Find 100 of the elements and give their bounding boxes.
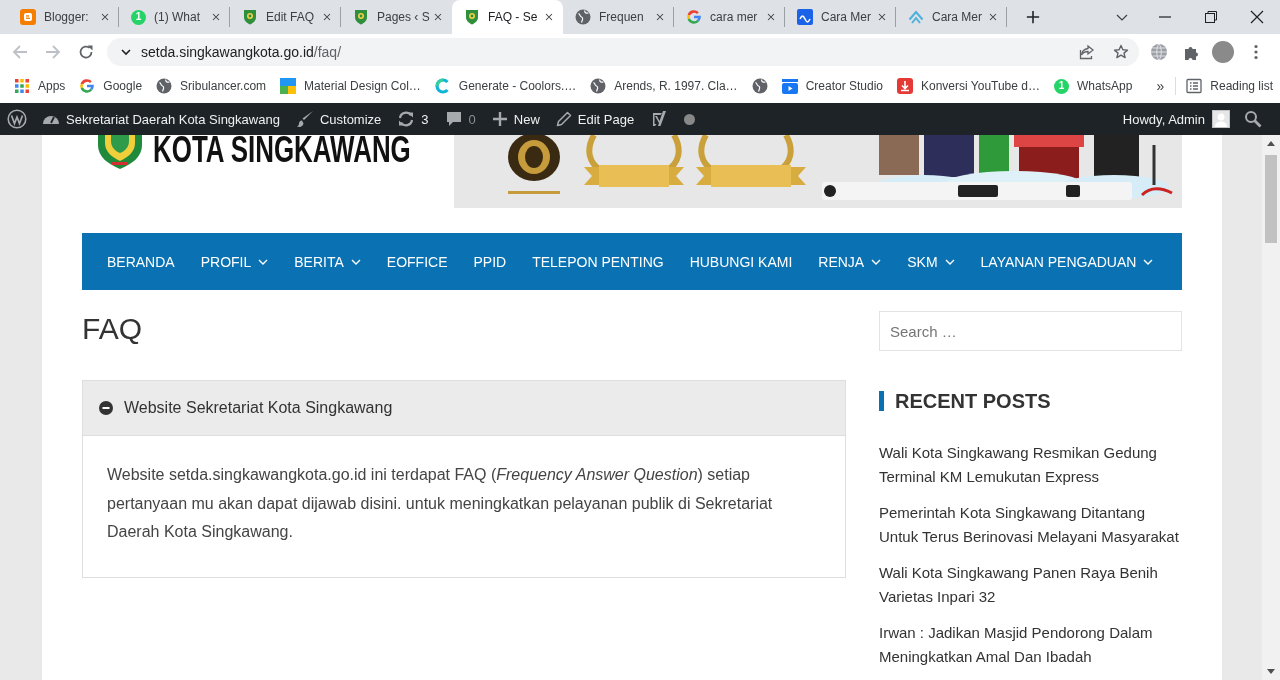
logo-icon[interactable] [650,110,669,128]
close-icon[interactable] [987,11,999,23]
shield-emblem-icon [464,9,480,25]
browser-tab[interactable]: Cara Mer [896,0,1007,34]
bookmark-item[interactable]: Generate - Coolors.… [427,72,584,100]
plus-icon [491,111,508,127]
browser-tab[interactable]: cara mer [674,0,785,34]
bookmark-item[interactable]: Creator Studio [774,72,890,100]
squares-icon [280,78,297,94]
share-icon[interactable] [1079,43,1095,60]
more-bookmarks-button[interactable]: » [1148,72,1173,100]
g-logo-icon [686,9,702,25]
scrollbar-track[interactable] [1262,135,1280,680]
bookmark-item[interactable]: 1 WhatsApp [1046,72,1140,100]
notification-badge: 1 [1053,78,1069,94]
star-icon[interactable] [1113,43,1129,60]
nav-item[interactable]: BERANDA [94,233,188,290]
nav-item[interactable]: TELEPON PENTING [519,233,677,290]
refresh-icon [397,110,416,128]
search-icon[interactable] [1244,110,1262,128]
customize-link[interactable]: Customize [287,103,390,135]
scrollbar-thumb[interactable] [1265,155,1277,243]
nav-item[interactable]: PPID [460,233,520,290]
page-title: FAQ [82,311,143,347]
bookmark-item[interactable]: Apps [7,72,73,100]
browser-tab[interactable]: Pages ‹ S [341,0,452,34]
globe-icon [156,78,173,94]
nav-item[interactable]: PROFIL [187,233,282,290]
arch-logo-icon [908,9,924,25]
brush-icon [295,110,314,128]
edit-page-link[interactable]: Edit Page [547,103,643,135]
globe-icon [575,9,591,25]
globe-icon[interactable] [1150,42,1168,61]
shield-emblem-icon [353,9,369,25]
emblem-icon [95,135,145,169]
reload-icon[interactable] [78,43,94,60]
apps-grid-icon [14,78,30,94]
square-logo-icon [20,9,36,25]
comments-link[interactable]: 0 [436,103,484,135]
nav-item[interactable]: HUBUNGI KAMI [676,233,806,290]
browser-tab[interactable]: Blogger: [8,0,119,34]
globe-icon [590,78,607,94]
status-dot-icon[interactable] [684,113,696,125]
faq-question[interactable]: Website Sekretariat Kota Singkawang [83,381,845,436]
close-icon[interactable] [432,11,444,23]
updates-link[interactable]: 3 [389,103,437,135]
browser-tab[interactable]: Frequen [563,0,674,34]
browser-tab[interactable]: Edit FAQ [230,0,341,34]
close-icon[interactable] [99,11,111,23]
bookmark-item[interactable]: Sribulancer.com [149,72,274,100]
close-icon[interactable] [543,11,555,23]
nav-item[interactable]: LAYANAN PENGADUAN [967,233,1167,290]
post-link[interactable]: Irwan : Jadikan Masjid Pendorong Dalam Meningkatkan Amal Dan Ibadah [879,621,1182,669]
ring-logo-icon [434,78,451,94]
reading-list-button[interactable]: Reading list [1179,72,1280,100]
close-icon[interactable] [765,11,777,23]
bookmark-item[interactable]: Material Design Col… [273,72,428,100]
new-content-link[interactable]: New [483,103,548,135]
clapperboard-icon [781,78,798,94]
browser-tab[interactable]: FAQ - Se [452,0,563,34]
download-icon [897,78,913,94]
nav-item[interactable]: EOFFICE [373,233,461,290]
globe-icon[interactable] [751,78,768,94]
post-link[interactable]: Wali Kota Singkawang Resmikan Gedung Terminal KM Lemukutan Express [879,441,1182,489]
widget-heading: RECENT POSTS [879,391,1182,411]
site-title: KOTA SINGKAWANG [153,135,411,165]
plus-icon[interactable] [1026,10,1040,24]
notification-badge: 1 [131,9,146,25]
profile-avatar[interactable] [1212,40,1234,63]
bookmark-item[interactable]: Google [72,72,150,100]
nav-item[interactable]: BERITA [281,233,374,290]
close-icon[interactable] [654,11,666,23]
list-icon [1186,78,1203,94]
comment-icon [444,110,463,128]
post-link[interactable]: Wali Kota Singkawang Panen Raya Benih Varietas Inpari 32 [879,561,1182,609]
avatar-icon [1212,110,1230,128]
browser-tab[interactable]: 1 (1) What [119,0,230,34]
close-icon[interactable] [210,11,222,23]
shield-emblem-icon [242,9,258,25]
scroll-down-icon[interactable] [1267,669,1275,674]
close-icon[interactable] [1250,10,1264,24]
restore-icon[interactable] [1204,10,1218,24]
account-menu[interactable]: Howdy, Admin [1114,103,1238,135]
bookmark-item[interactable]: Arends, R. 1997. Cla… [583,72,745,100]
nav-item[interactable]: RENJA [805,233,895,290]
wave-logo-icon [797,9,813,25]
close-icon[interactable] [321,11,333,23]
post-link[interactable]: Pemerintah Kota Singkawang Ditantang Untuk Terus Berinovasi Melayani Masyarakat [879,501,1182,549]
scroll-up-icon[interactable] [1267,141,1275,146]
site-name-link[interactable]: Sekretariat Daerah Kota Singkawang [34,103,288,135]
bookmark-item[interactable]: Konversi YouTube d… [890,72,1047,100]
browser-tab[interactable]: Cara Mer [785,0,896,34]
pencil-icon [555,111,572,127]
g-logo-icon [79,78,96,94]
address-bar[interactable]: setda.singkawangkota.go.id/faq/ [107,37,1139,66]
close-icon[interactable] [876,11,888,23]
faq-answer: Website setda.singkawangkota.go.id ini terdapat FAQ (Frequency Answer Question) setiap pertanyaan mu akan dapat dijawab disini. untuk meningkatkan pelayanan publik di Sekretariat Daerah Kota Singkawang. [107,465,774,542]
circle-logo-icon[interactable] [7,109,27,129]
search-field[interactable]: Search … [879,311,1182,351]
nav-item[interactable]: SKM [894,233,968,290]
